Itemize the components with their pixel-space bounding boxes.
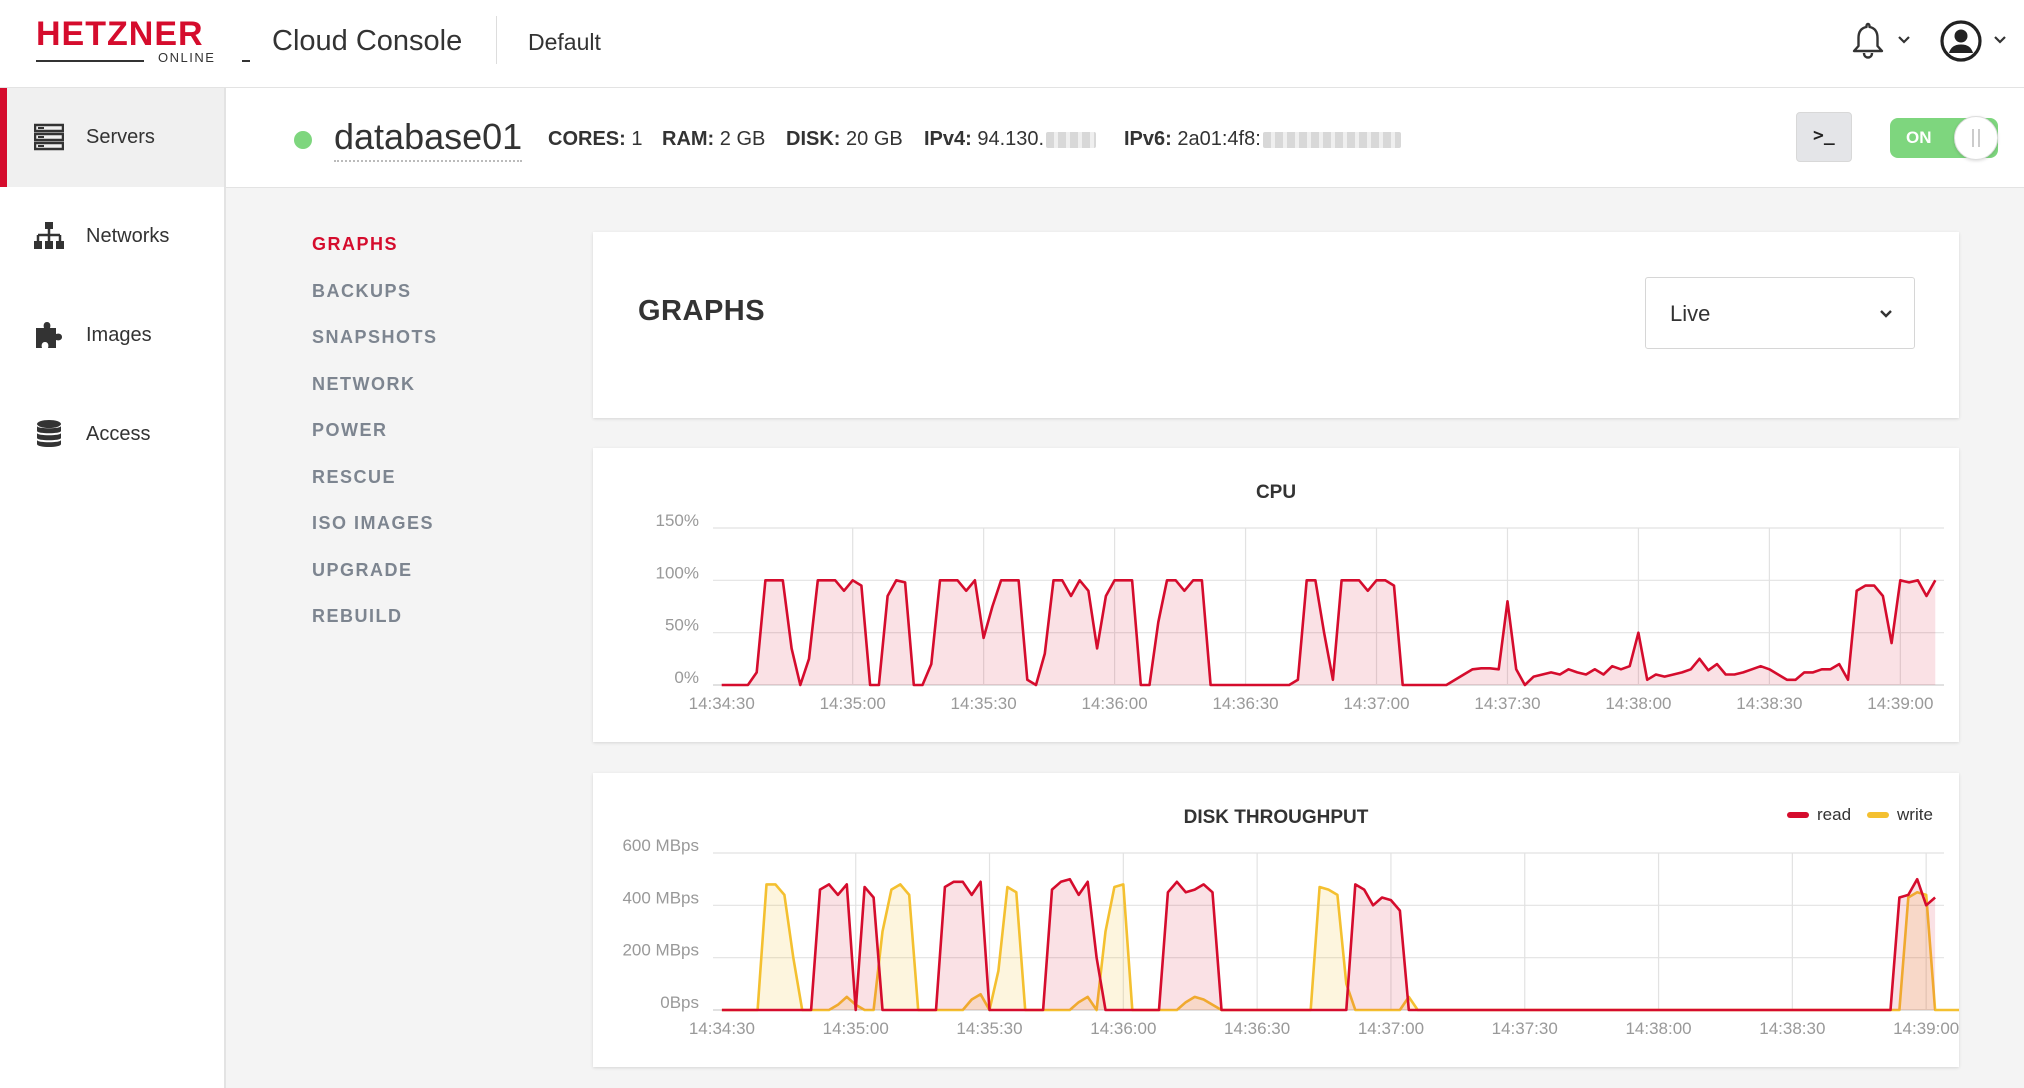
subnav-upgrade[interactable]: UPGRADE [312,559,413,581]
spec-value: 2a01:4f8: [1177,128,1261,150]
toggle-knob[interactable] [1954,116,1998,160]
redacted-block [1262,131,1401,148]
server-name[interactable]: database01 [334,116,523,162]
x-tick-label: 14:35:30 [951,694,1017,713]
spec-disk: DISK: 20 GB [786,126,903,152]
spec-label: IPv6: [1124,128,1172,150]
x-tick-label: 14:36:00 [1090,1019,1156,1038]
puzzle-icon [36,322,62,348]
x-tick-label: 14:34:30 [689,694,755,713]
x-tick-label: 14:38:00 [1625,1019,1691,1038]
graphs-header-card: GRAPHS Live [593,232,1959,418]
x-tick-label: 14:38:30 [1736,694,1802,713]
cpu-chart: 0% 50% 100% 150% 14:34:30 14:35:00 14:35:30 14:… [656,511,1944,713]
x-tick-label: 14:35:30 [956,1019,1022,1038]
subnav-network[interactable]: NETWORK [312,373,416,395]
series-area-write [721,884,1959,1010]
subnav-backups[interactable]: BACKUPS [312,280,412,302]
chevron-down-icon[interactable] [1896,32,1912,48]
power-toggle-label: ON [1906,128,1932,147]
database-icon [37,420,61,447]
cpu-chart-card: CPU 0% 50% 100% 150% 14:34:30 14:35:00 14:35:3… [593,448,1959,742]
y-tick-label: 150% [656,511,699,530]
x-tick-label: 14:35:00 [820,694,886,713]
subnav-snapshots[interactable]: SNAPSHOTS [312,326,438,348]
subnav-iso-images[interactable]: ISO IMAGES [312,512,434,534]
spec-label: CORES: [548,128,626,150]
logo-wordmark: HETZNER [36,15,204,53]
app-title: Cloud Console [272,25,463,57]
sidebar-item-label: Images [86,324,152,346]
spec-value: 1 [631,128,643,150]
logo-rule-end [242,60,250,62]
spec-ram: RAM: 2 GB [662,126,765,152]
sidebar-item-label: Access [86,423,151,445]
spec-ipv6[interactable]: IPv6: 2a01:4f8: [1124,126,1401,152]
spec-label: RAM: [662,128,715,150]
logo-rule [36,60,144,62]
x-tick-label: 14:39:00 [1867,694,1933,713]
hetzner-logo[interactable]: HETZNER ONLINE [36,15,250,65]
x-tick-label: 14:37:30 [1492,1019,1558,1038]
redacted-block [1046,131,1097,148]
y-tick-label: 600 MBps [622,836,699,855]
power-toggle[interactable]: ON [1890,116,1998,160]
subnav-graphs[interactable]: GRAPHS [312,233,398,255]
x-tick-label: 14:36:00 [1082,694,1148,713]
sidebar: Servers Networks Images Access [0,88,226,1088]
spec-ipv4[interactable]: IPv4: 94.130. [924,126,1097,152]
terminal-icon: >_ [1813,125,1835,146]
user-avatar-icon[interactable] [1940,20,1982,62]
sidebar-item-networks[interactable]: Networks [0,187,224,286]
header-divider [496,16,497,64]
sidebar-item-label: Servers [86,126,155,148]
chevron-down-icon[interactable] [1992,32,2008,48]
y-tick-label: 0Bps [660,993,699,1012]
disk-chart-card: DISK THROUGHPUT read write 0Bps 200 MBps 4… [593,773,1959,1067]
graphs-title: GRAPHS [638,295,766,327]
chevron-down-icon [1880,310,1892,318]
sidebar-item-access[interactable]: Access [0,385,224,484]
server-status-indicator [294,131,312,149]
console-button[interactable]: >_ [1796,112,1852,162]
spec-value: 2 GB [719,128,766,150]
x-tick-label: 14:36:30 [1224,1019,1290,1038]
x-tick-label: 14:37:00 [1358,1019,1424,1038]
sidebar-item-label: Networks [86,225,170,247]
bell-icon[interactable] [1848,20,1888,60]
y-tick-label: 0% [674,668,699,687]
disk-throughput-chart: 0Bps 200 MBps 400 MBps 600 MBps 14:34:30 14:3… [622,836,1959,1038]
x-tick-label: 14:35:00 [823,1019,889,1038]
sidebar-item-images[interactable]: Images [0,286,224,385]
subnav-rescue[interactable]: RESCUE [312,466,396,488]
spec-label: DISK: [786,128,841,150]
x-tick-label: 14:34:30 [689,1019,755,1038]
time-range-select[interactable]: Live [1645,277,1915,349]
y-tick-label: 200 MBps [622,941,699,960]
sidebar-item-servers[interactable]: Servers [0,88,224,187]
x-tick-label: 14:38:00 [1605,694,1671,713]
project-selector[interactable]: Default [528,28,601,56]
spec-value: 20 GB [846,128,903,150]
subnav-rebuild[interactable]: REBUILD [312,605,403,627]
server-header: database01 CORES: 1 RAM: 2 GB DISK: 20 G… [226,88,2024,188]
network-tree-icon [34,222,64,249]
spec-label: IPv4: [924,128,972,150]
y-tick-label: 100% [656,563,699,582]
x-tick-label: 14:38:30 [1759,1019,1825,1038]
top-bar: HETZNER ONLINE Cloud Console Default [0,0,2024,88]
x-tick-label: 14:37:30 [1474,694,1540,713]
server-stack-icon [34,123,64,151]
x-tick-label: 14:36:30 [1212,694,1278,713]
spec-cores: CORES: 1 [548,126,642,152]
spec-value: 94.130. [977,128,1045,150]
logo-subtext: ONLINE [158,50,216,65]
time-range-value: Live [1670,301,1711,326]
subnav-power[interactable]: POWER [312,419,388,441]
x-tick-label: 14:37:00 [1343,694,1409,713]
y-tick-label: 50% [665,616,699,635]
y-tick-label: 400 MBps [622,888,699,907]
x-tick-label: 14:39:00 [1893,1019,1959,1038]
